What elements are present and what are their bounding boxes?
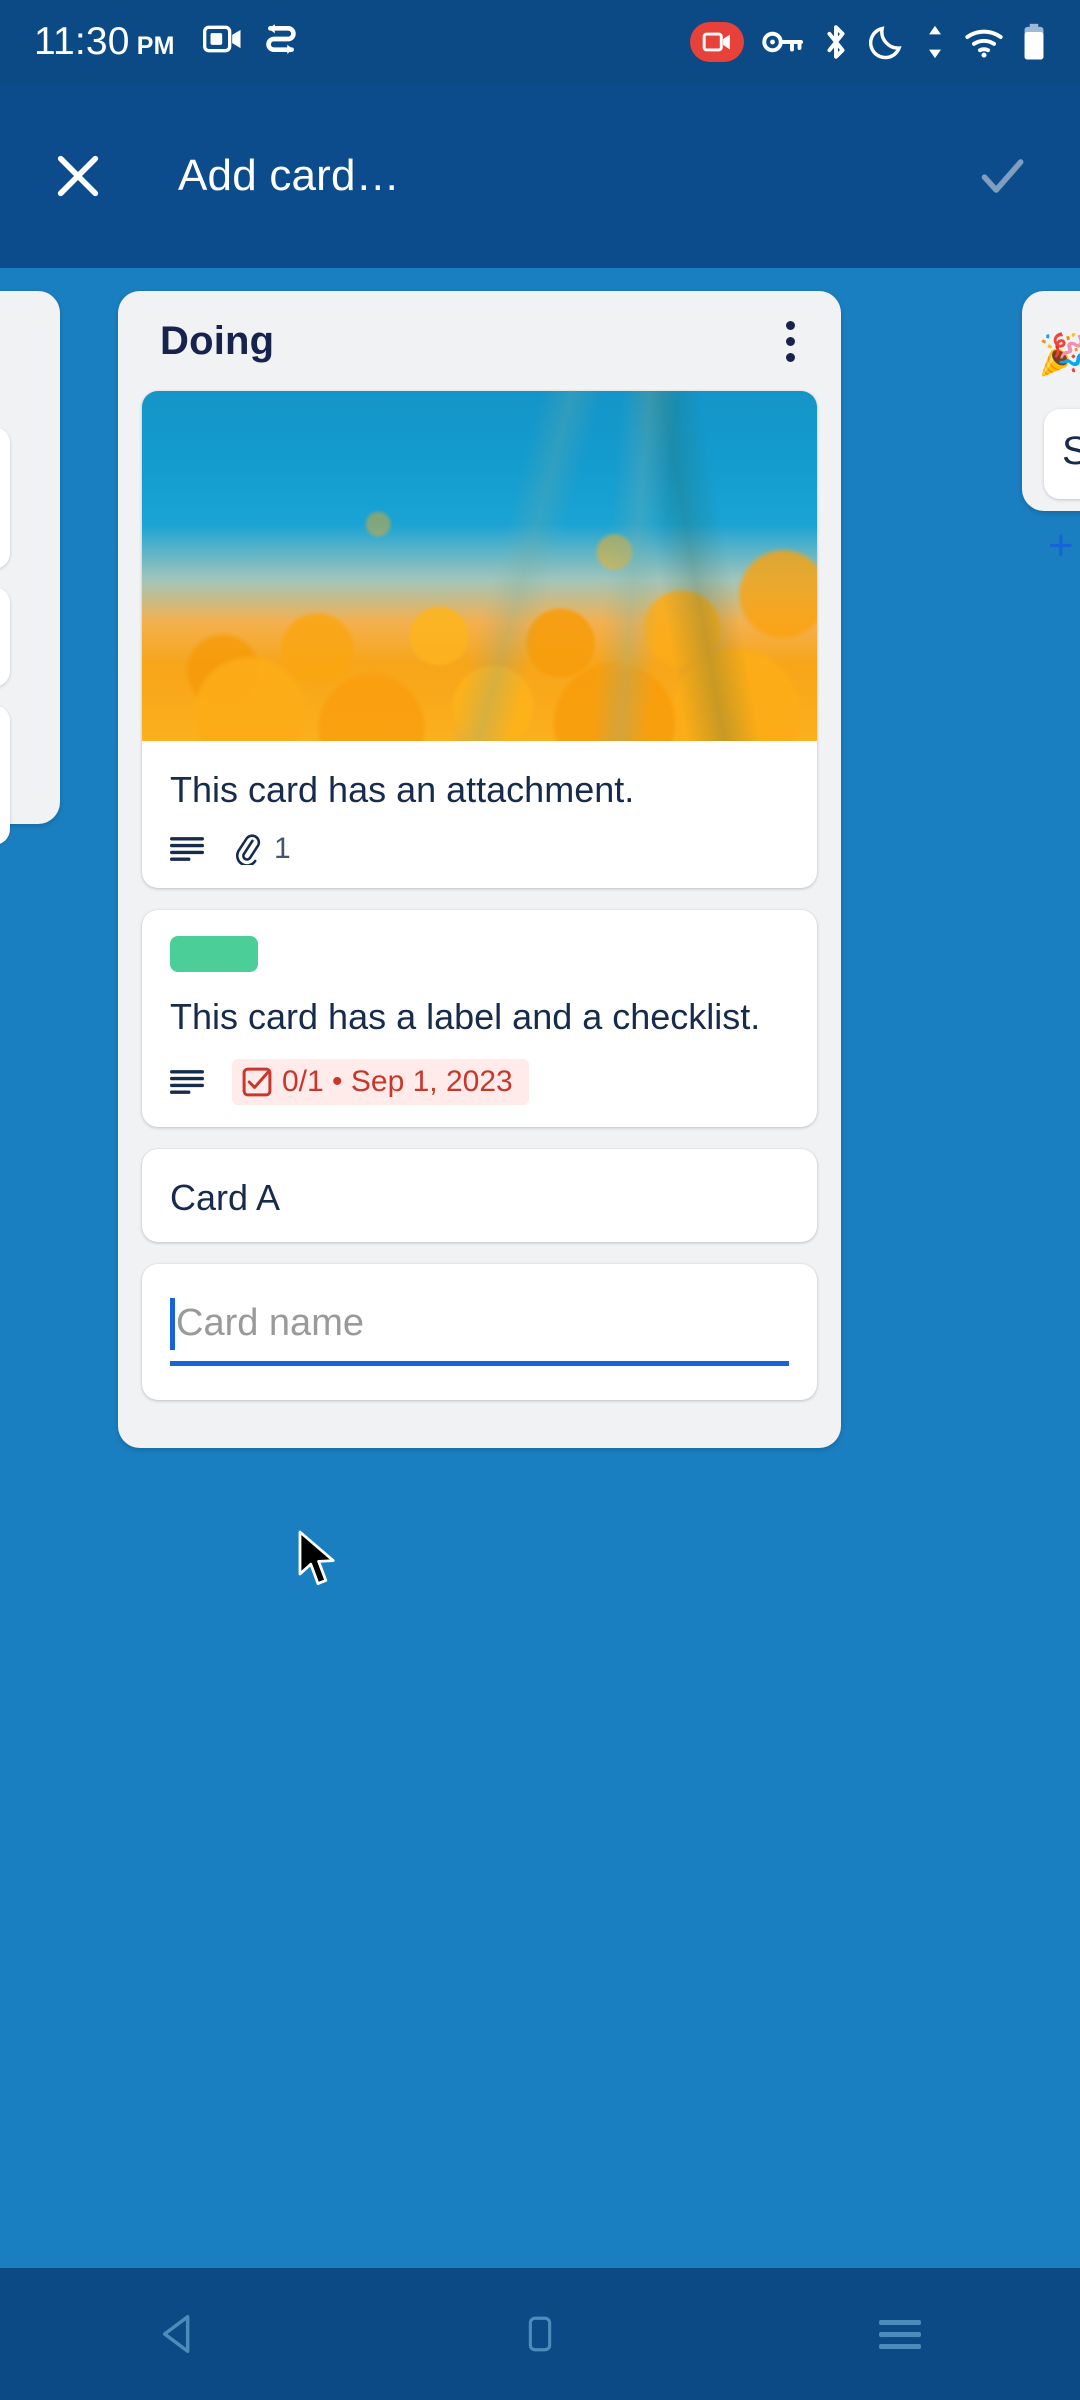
text-caret bbox=[170, 1298, 175, 1350]
line bbox=[879, 2319, 921, 2325]
card-name-field-wrap: Card name bbox=[170, 1298, 789, 1370]
list-item[interactable] bbox=[0, 705, 10, 845]
due-date-badge[interactable]: 0/1 • Sep 1, 2023 bbox=[232, 1059, 529, 1105]
system-navigation-bar bbox=[0, 2268, 1080, 2400]
dot bbox=[786, 352, 795, 362]
description-badge bbox=[170, 836, 204, 862]
card-with-label-and-checklist[interactable]: This card has a label and a checklist. 0… bbox=[142, 910, 817, 1127]
battery-icon bbox=[1024, 23, 1044, 60]
card-body: Card name bbox=[142, 1264, 817, 1400]
list-menu-button[interactable] bbox=[770, 307, 811, 376]
status-clock: 11:30 PM bbox=[34, 20, 175, 63]
description-icon bbox=[170, 1070, 204, 1094]
line bbox=[879, 2331, 921, 2337]
list-title-emoji: 🎉 bbox=[1038, 333, 1080, 377]
list-item[interactable]: S bbox=[1044, 409, 1080, 499]
list-item[interactable] bbox=[0, 427, 10, 569]
vpn-sync-icon bbox=[265, 24, 296, 54]
card-badges: 0/1 • Sep 1, 2023 bbox=[170, 1059, 789, 1105]
attachment-paperclip-icon bbox=[236, 834, 261, 865]
card-title: This card has an attachment. bbox=[170, 769, 635, 810]
card-with-attachment[interactable]: This card has an attachment. 1 bbox=[142, 391, 817, 888]
confirm-button[interactable] bbox=[970, 144, 1034, 208]
list-next[interactable]: 🎉 S + bbox=[1022, 291, 1080, 570]
card-badges: 1 bbox=[170, 832, 789, 866]
line bbox=[879, 2343, 921, 2349]
app-toolbar: Add card… bbox=[0, 84, 1080, 268]
list-doing[interactable]: Doing This card has an attachment. 1 Thi… bbox=[118, 291, 841, 1448]
back-triangle-icon bbox=[162, 2315, 190, 2353]
phone-screen: 11:30 PM Add card… Doing This card has a… bbox=[0, 0, 1080, 2400]
card-body: Card A bbox=[142, 1149, 817, 1242]
attachment-badge: 1 bbox=[232, 832, 291, 866]
wifi-icon bbox=[965, 29, 1003, 58]
list-item[interactable] bbox=[0, 587, 10, 687]
status-bar-left: 11:30 PM bbox=[34, 20, 299, 64]
board-canvas[interactable]: Doing This card has an attachment. 1 Thi… bbox=[0, 268, 1080, 2268]
card-label-green[interactable] bbox=[170, 936, 258, 972]
description-icon bbox=[170, 837, 204, 861]
dot bbox=[786, 320, 795, 330]
screen-record-icon bbox=[202, 25, 241, 53]
status-bar-right bbox=[690, 22, 1046, 62]
home-button[interactable] bbox=[480, 2284, 600, 2384]
mouse-pointer bbox=[298, 1530, 335, 1585]
card-a[interactable]: Card A bbox=[142, 1149, 817, 1242]
recents-lines-icon bbox=[879, 2313, 921, 2356]
home-square-icon bbox=[528, 2316, 552, 2352]
data-transfer-icon bbox=[929, 25, 941, 59]
card-body: This card has an attachment. 1 bbox=[142, 741, 817, 888]
description-badge bbox=[170, 1069, 204, 1095]
card-title: Card A bbox=[170, 1177, 281, 1218]
bluetooth-icon bbox=[827, 25, 845, 59]
checklist-due-icon bbox=[242, 1067, 272, 1097]
card-cover-image bbox=[142, 391, 817, 741]
recents-button[interactable] bbox=[840, 2284, 960, 2384]
new-card-composer[interactable]: Card name bbox=[142, 1264, 817, 1400]
status-bar-left-icons bbox=[202, 23, 299, 55]
page-title: Add card… bbox=[178, 151, 400, 200]
card-body: This card has a label and a checklist. 0… bbox=[142, 910, 817, 1127]
status-bar: 11:30 PM bbox=[0, 0, 1080, 84]
dot bbox=[786, 336, 795, 346]
close-button[interactable] bbox=[46, 144, 110, 208]
attachment-count: 1 bbox=[274, 832, 291, 865]
card-title: This card has a label and a checklist. bbox=[170, 996, 761, 1037]
list-title: Doing bbox=[160, 318, 275, 363]
key-vpn-icon bbox=[762, 31, 803, 53]
recording-badge-icon bbox=[690, 22, 744, 62]
add-card-button[interactable]: + bbox=[1048, 521, 1074, 571]
list-previous[interactable] bbox=[0, 291, 60, 845]
checkmark-icon bbox=[981, 159, 1024, 193]
list-header: Doing bbox=[142, 291, 817, 391]
due-date-text: 0/1 • Sep 1, 2023 bbox=[282, 1065, 513, 1098]
back-button[interactable] bbox=[120, 2284, 240, 2384]
card-name-input[interactable]: Card name bbox=[170, 1298, 789, 1366]
close-x-icon bbox=[57, 155, 99, 197]
do-not-disturb-moon-icon bbox=[868, 26, 902, 60]
